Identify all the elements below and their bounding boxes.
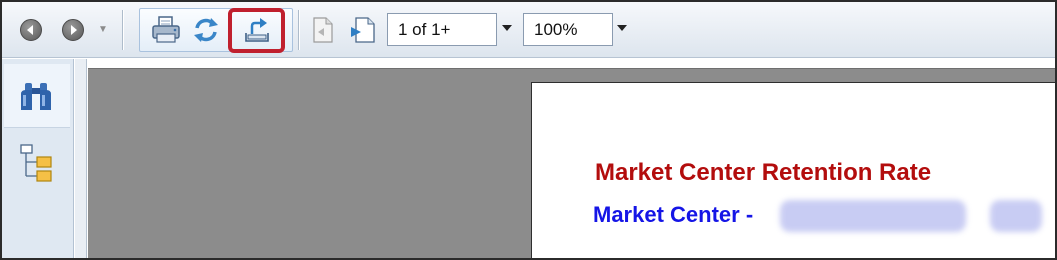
toolbar: ▼ 1 of 1+ 100% [2,2,1055,58]
report-subtitle: Market Center - [593,202,753,228]
next-page-button[interactable] [347,15,379,45]
report-viewer-window: ▼ 1 of 1+ 100% Market Center Retention R… [0,0,1057,260]
print-button[interactable] [148,14,184,46]
binoculars-icon [21,83,51,110]
report-title: Market Center Retention Rate [595,159,932,186]
history-dropdown-icon[interactable]: ▼ [98,24,108,35]
zoom-level-field[interactable]: 100% [523,13,613,46]
page-dropdown-icon[interactable] [502,25,512,31]
toolbar-separator [122,10,124,50]
export-highlight-box [228,8,285,53]
printer-icon [152,16,180,43]
forward-button[interactable] [62,19,84,41]
refresh-button[interactable] [189,14,223,46]
side-panel-splitter[interactable] [75,59,87,258]
find-button[interactable] [16,78,56,116]
document-map-button[interactable] [16,142,56,182]
forward-arrow-icon [62,19,84,41]
tree-icon [20,144,52,182]
page-next-icon [351,17,375,43]
zoom-dropdown-icon[interactable] [617,25,627,31]
refresh-icon [194,18,218,42]
redacted-market-center-code [990,200,1042,232]
page-indicator-field[interactable]: 1 of 1+ [387,13,497,46]
back-arrow-icon [20,19,42,41]
back-button[interactable] [20,19,42,41]
redacted-market-center-name [780,200,966,232]
toolbar-separator [298,10,300,50]
page-previous-icon [313,17,333,43]
report-subtitle-prefix: Market Center - [593,202,754,227]
previous-page-button[interactable] [308,15,338,45]
